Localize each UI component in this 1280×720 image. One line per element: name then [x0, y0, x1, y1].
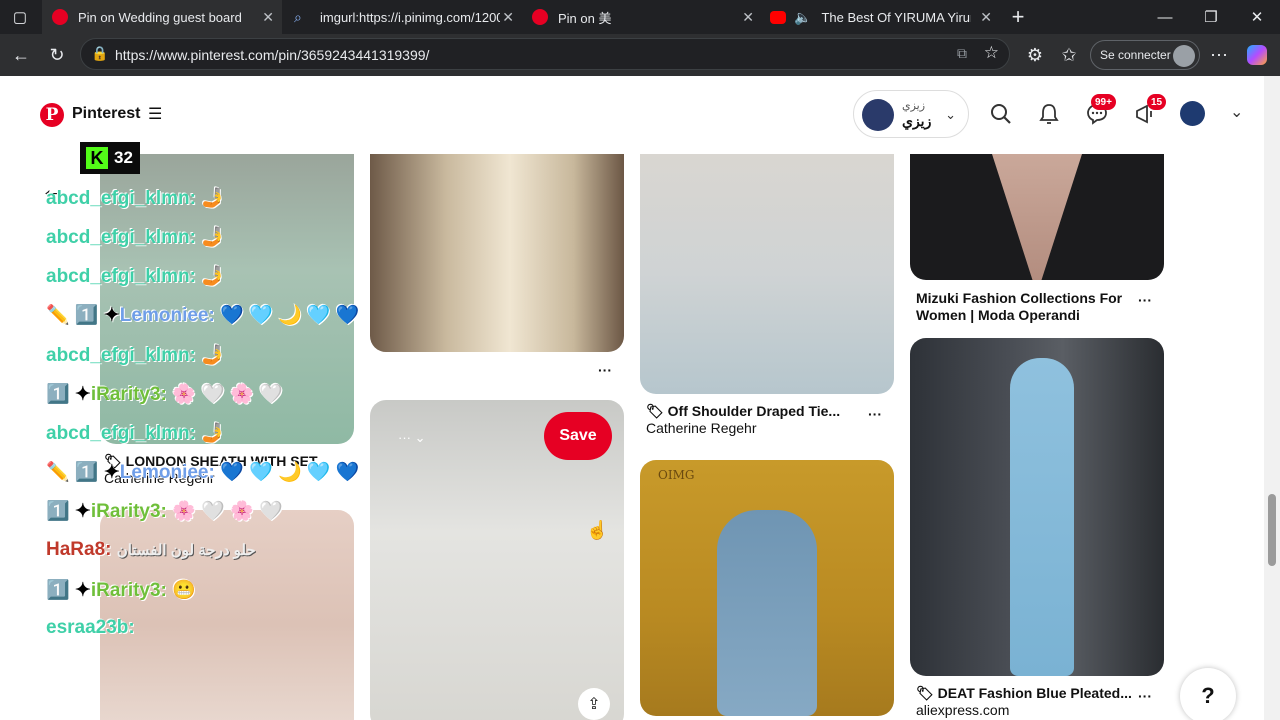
pin-image-cream-dress[interactable] — [370, 154, 624, 352]
search-icon: ⌕ — [294, 9, 302, 25]
more-menu-icon[interactable]: ⋯ — [1206, 42, 1232, 68]
updates-badge: 15 — [1147, 94, 1167, 110]
favorite-star-icon[interactable]: ☆ — [984, 43, 999, 63]
tab-title: Pin on 美 — [558, 10, 612, 26]
pinterest-icon — [52, 9, 68, 25]
kick-viewer-badge: K 32 — [80, 142, 140, 174]
viewer-count: 32 — [114, 148, 133, 167]
speaker-icon[interactable]: 🔈 — [794, 9, 811, 26]
back-skin-shape — [992, 154, 1082, 280]
chat-message: 1️⃣ ✦iRarity3: 😬 — [46, 580, 196, 601]
watermark: OIMG — [658, 468, 695, 482]
back-icon[interactable]: ← — [8, 42, 34, 68]
close-tab-icon[interactable]: ✕ — [742, 9, 754, 26]
address-bar[interactable]: 🔒 https://www.pinterest.com/pin/36592434… — [80, 38, 1010, 70]
chat-message: ✏️ 1️⃣ ✦Lemoniee: 💙 🩵 🌙 🩵 💙 — [46, 305, 360, 326]
share-icon[interactable]: ⇪ — [578, 688, 610, 720]
site-info-icon[interactable]: 🔒 — [91, 45, 108, 62]
chat-message: abcd_efgi_klmn: 🤳 — [46, 423, 225, 444]
copilot-icon[interactable] — [1244, 42, 1270, 68]
pinterest-page: P Pinterest ☰ زيزي زيزي ⌄ 99+ 15 ⌄ 🏷 LON… — [0, 76, 1280, 720]
pin-image-black-dress[interactable] — [910, 154, 1164, 280]
scrollbar-thumb[interactable] — [1268, 494, 1276, 566]
minimize-icon[interactable]: — — [1142, 0, 1188, 34]
tab-image-search[interactable]: ⌕ imgurl:https://i.pinimg.com/1200x ✕ — [284, 0, 522, 34]
dress-shape — [717, 510, 817, 716]
search-icon[interactable] — [987, 100, 1015, 128]
chat-message: 1️⃣ ✦iRarity3: 🌸 🤍 🌸 🤍 — [46, 501, 283, 522]
pin-menu-icon[interactable]: ··· ⌄ — [398, 430, 426, 446]
sign-in-label: Se connecter — [1100, 48, 1171, 62]
save-button[interactable]: Save — [544, 412, 612, 460]
pinterest-icon — [532, 9, 548, 25]
more-options-icon[interactable]: ··· — [1138, 292, 1152, 308]
url-text: https://www.pinterest.com/pin/3659243441… — [115, 47, 430, 63]
chat-message: ✏️ 1️⃣ ✦Lemoniee: 💙 🩵 🌙 🩵 💙 — [46, 462, 360, 483]
account-switcher[interactable]: زيزي زيزي ⌄ — [853, 90, 969, 138]
tab-title: Pin on Wedding guest board — [78, 9, 242, 25]
pin-title-line2[interactable]: Women | Moda Operandi — [916, 307, 1136, 323]
profile-avatar-icon — [1173, 45, 1195, 67]
open-in-app-icon[interactable]: ⧉ — [957, 45, 967, 62]
notifications-bell-icon[interactable] — [1035, 100, 1063, 128]
chat-message: HaRa8: حلو درجة لون الفستان — [46, 539, 256, 560]
messages-badge: 99+ — [1091, 94, 1116, 110]
tab-pin-mei[interactable]: Pin on 美 ✕ — [524, 0, 762, 34]
pin-title[interactable]: Mizuki Fashion Collections For — [916, 290, 1136, 306]
pin-source[interactable]: Catherine Regehr — [646, 420, 757, 436]
pin-image-blue-offshoulder[interactable]: OIMG — [640, 460, 894, 716]
browser-tab-bar: ▢ Pin on Wedding guest board ✕ ⌕ imgurl:… — [0, 0, 1280, 34]
chat-message: esraa23b: — [46, 617, 135, 638]
help-icon[interactable]: ? — [1180, 668, 1236, 720]
brand-name[interactable]: Pinterest — [72, 105, 140, 123]
more-options-icon[interactable]: ··· — [868, 406, 882, 422]
tab-youtube-yiruma[interactable]: 🔈 The Best Of YIRUMA Yiruma's ✕ — [764, 0, 1000, 34]
chat-message: abcd_efgi_klmn: 🤳 — [46, 345, 225, 366]
more-options-icon[interactable]: ··· — [1138, 688, 1152, 704]
close-tab-icon[interactable]: ✕ — [502, 9, 514, 26]
page-scrollbar[interactable] — [1264, 76, 1280, 720]
chevron-down-icon: ⌄ — [945, 107, 956, 122]
restore-icon[interactable]: ❐ — [1188, 0, 1234, 34]
tab-title: imgurl:https://i.pinimg.com/1200x — [320, 9, 500, 25]
chat-message: 1️⃣ ✦iRarity3: 🌸 🤍 🌸 🤍 — [46, 384, 283, 405]
more-options-icon[interactable]: ··· — [598, 362, 612, 378]
youtube-icon — [770, 10, 786, 24]
favorites-icon[interactable]: ✩ — [1056, 42, 1082, 68]
pin-image-light-blue-gown[interactable] — [910, 338, 1164, 676]
tab-actions-icon[interactable]: ▢ — [0, 0, 40, 34]
chat-message: abcd_efgi_klmn: 🤳 — [46, 188, 225, 209]
chat-message: abcd_efgi_klmn: 🤳 — [46, 266, 225, 287]
pin-title[interactable]: 🏷 Off Shoulder Draped Tie... — [646, 403, 846, 420]
chevron-down-icon[interactable]: ⌄ — [1230, 102, 1243, 122]
extensions-icon[interactable]: ⚙ — [1022, 42, 1048, 68]
pin-source[interactable]: aliexpress.com — [916, 702, 1009, 718]
account-name: زيزي — [902, 113, 932, 129]
close-window-icon[interactable]: ✕ — [1234, 0, 1280, 34]
new-tab-icon[interactable]: + — [1000, 0, 1036, 34]
chat-message: abcd_efgi_klmn: 🤳 — [46, 227, 225, 248]
account-avatar — [862, 99, 894, 131]
tab-pinterest-board[interactable]: Pin on Wedding guest board ✕ — [42, 0, 282, 34]
user-avatar[interactable] — [1180, 101, 1205, 126]
cursor-icon: ☝ — [586, 520, 609, 540]
menu-icon[interactable]: ☰ — [148, 104, 162, 124]
tab-title: The Best Of YIRUMA Yiruma's — [821, 9, 971, 25]
reload-icon[interactable]: ↻ — [44, 42, 70, 68]
close-tab-icon[interactable]: ✕ — [262, 9, 274, 26]
account-name-small: زيزي — [902, 100, 926, 112]
pinterest-logo-icon[interactable]: P — [40, 103, 64, 127]
pin-title[interactable]: 🏷 DEAT Fashion Blue Pleated... — [916, 685, 1136, 702]
sign-in-button[interactable]: Se connecter — [1090, 40, 1200, 70]
kick-logo-icon: K — [86, 147, 108, 169]
pin-image-blue-draped[interactable] — [640, 154, 894, 394]
close-tab-icon[interactable]: ✕ — [980, 9, 992, 26]
dress-shape — [1010, 358, 1074, 676]
